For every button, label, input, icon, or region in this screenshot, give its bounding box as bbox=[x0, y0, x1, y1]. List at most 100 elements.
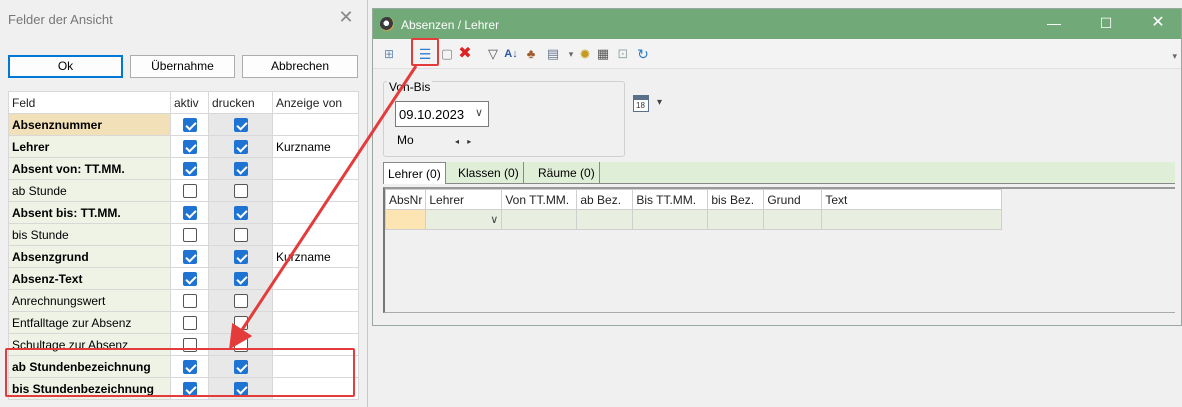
display-cell[interactable] bbox=[272, 201, 359, 224]
grid-column-header[interactable]: Lehrer bbox=[425, 189, 503, 210]
delete-icon[interactable]: ✖ bbox=[457, 46, 473, 62]
drucken-checkbox[interactable] bbox=[233, 381, 248, 396]
table-row[interactable]: Absenzgrund Kurzname bbox=[8, 245, 359, 268]
close-button[interactable]: ✕ bbox=[1143, 13, 1173, 33]
drucken-cell[interactable] bbox=[208, 179, 273, 202]
window-icon[interactable]: ⊡ bbox=[615, 46, 631, 62]
drucken-cell[interactable] bbox=[208, 245, 273, 268]
print-icon[interactable]: ▤ bbox=[545, 46, 561, 62]
aktiv-checkbox[interactable] bbox=[182, 227, 197, 242]
drucken-cell[interactable] bbox=[208, 355, 273, 378]
aktiv-checkbox[interactable] bbox=[182, 271, 197, 286]
maximize-button[interactable]: ☐ bbox=[1091, 13, 1121, 33]
table-row[interactable]: Absenz-Text bbox=[8, 267, 359, 290]
table-row[interactable]: Anrechnungswert bbox=[8, 289, 359, 312]
drucken-checkbox[interactable] bbox=[233, 139, 248, 154]
drucken-checkbox[interactable] bbox=[233, 227, 248, 242]
aktiv-checkbox[interactable] bbox=[182, 337, 197, 352]
filter-icon[interactable]: ▽ bbox=[485, 46, 501, 62]
tab-lehrer[interactable]: Lehrer (0) bbox=[383, 162, 446, 184]
table-row[interactable]: Entfalltage zur Absenz bbox=[8, 311, 359, 334]
display-cell[interactable] bbox=[272, 333, 359, 356]
grid-cell[interactable] bbox=[632, 209, 709, 230]
table-row[interactable]: bis Stunde bbox=[8, 223, 359, 246]
cancel-button[interactable]: Abbrechen bbox=[242, 55, 358, 78]
display-cell[interactable] bbox=[272, 113, 359, 136]
column-header-anzeige[interactable]: Anzeige von bbox=[272, 91, 359, 114]
column-header-aktiv[interactable]: aktiv bbox=[170, 91, 209, 114]
refresh-icon[interactable]: ↻ bbox=[635, 46, 651, 62]
display-cell[interactable] bbox=[272, 223, 359, 246]
aktiv-cell[interactable] bbox=[170, 377, 209, 400]
aktiv-cell[interactable] bbox=[170, 157, 209, 180]
teachers-icon[interactable]: ♣ bbox=[523, 46, 539, 62]
display-cell[interactable] bbox=[272, 289, 359, 312]
table-row[interactable]: Absenznummer bbox=[8, 113, 359, 136]
aktiv-checkbox[interactable] bbox=[182, 117, 197, 132]
aktiv-cell[interactable] bbox=[170, 355, 209, 378]
window-titlebar[interactable]: Absenzen / Lehrer — ☐ ✕ bbox=[373, 9, 1181, 39]
display-cell[interactable]: Kurzname bbox=[272, 135, 359, 158]
calendar-icon[interactable]: ▦ bbox=[595, 46, 611, 62]
table-row[interactable]: Absent von: TT.MM. bbox=[8, 157, 359, 180]
drucken-cell[interactable] bbox=[208, 289, 273, 312]
drucken-checkbox[interactable] bbox=[233, 359, 248, 374]
drucken-checkbox[interactable] bbox=[233, 117, 248, 132]
grid-new-row[interactable]: ∨ bbox=[384, 209, 1003, 230]
aktiv-cell[interactable] bbox=[170, 135, 209, 158]
ok-button[interactable]: Ok bbox=[8, 55, 123, 78]
display-cell[interactable] bbox=[272, 355, 359, 378]
field-list-icon[interactable]: ☰ bbox=[417, 46, 433, 62]
drucken-checkbox[interactable] bbox=[233, 271, 248, 286]
aktiv-cell[interactable] bbox=[170, 289, 209, 312]
grid-column-header[interactable]: Bis TT.MM. bbox=[632, 189, 709, 210]
display-cell[interactable] bbox=[272, 377, 359, 400]
drucken-cell[interactable] bbox=[208, 333, 273, 356]
table-row[interactable]: Lehrer Kurzname bbox=[8, 135, 359, 158]
drucken-cell[interactable] bbox=[208, 223, 273, 246]
display-cell[interactable] bbox=[272, 179, 359, 202]
drucken-checkbox[interactable] bbox=[233, 161, 248, 176]
aktiv-cell[interactable] bbox=[170, 113, 209, 136]
drucken-cell[interactable] bbox=[208, 267, 273, 290]
chevron-down-icon[interactable]: ∨ bbox=[475, 106, 483, 119]
new-icon[interactable]: ▢ bbox=[439, 46, 455, 62]
grid-cell[interactable] bbox=[501, 209, 578, 230]
aktiv-cell[interactable] bbox=[170, 201, 209, 224]
date-picker[interactable]: 09.10.2023 ∨ bbox=[395, 101, 489, 127]
drucken-cell[interactable] bbox=[208, 311, 273, 334]
drucken-checkbox[interactable] bbox=[233, 249, 248, 264]
absences-grid[interactable]: AbsNr Lehrer Von TT.MM. ab Bez. Bis TT.MM. bi… bbox=[383, 187, 1175, 313]
grid-column-header[interactable]: Von TT.MM. bbox=[501, 189, 578, 210]
aktiv-checkbox[interactable] bbox=[182, 183, 197, 198]
grid-column-header[interactable]: Grund bbox=[763, 189, 823, 210]
drucken-checkbox[interactable] bbox=[233, 293, 248, 308]
aktiv-checkbox[interactable] bbox=[182, 381, 197, 396]
grid-column-header[interactable]: AbsNr bbox=[384, 189, 427, 210]
drucken-cell[interactable] bbox=[208, 157, 273, 180]
table-row[interactable]: Absent bis: TT.MM. bbox=[8, 201, 359, 224]
grid-cell[interactable] bbox=[576, 209, 634, 230]
drucken-checkbox[interactable] bbox=[233, 205, 248, 220]
display-cell[interactable] bbox=[272, 157, 359, 180]
aktiv-cell[interactable] bbox=[170, 267, 209, 290]
aktiv-cell[interactable] bbox=[170, 333, 209, 356]
grid-cell[interactable] bbox=[821, 209, 1003, 230]
aktiv-checkbox[interactable] bbox=[182, 315, 197, 330]
drucken-cell[interactable] bbox=[208, 201, 273, 224]
column-header-drucken[interactable]: drucken bbox=[208, 91, 273, 114]
table-row[interactable]: ab Stundenbezeichnung bbox=[8, 355, 359, 378]
grid-cell[interactable] bbox=[384, 209, 427, 230]
table-row[interactable]: bis Stundenbezeichnung bbox=[8, 377, 359, 400]
toolbar-overflow-icon[interactable]: ▾ bbox=[1172, 51, 1177, 62]
aktiv-checkbox[interactable] bbox=[182, 249, 197, 264]
grid-cell[interactable] bbox=[707, 209, 765, 230]
close-icon[interactable]: ✕ bbox=[335, 6, 357, 28]
display-cell[interactable] bbox=[272, 311, 359, 334]
aktiv-checkbox[interactable] bbox=[182, 139, 197, 154]
aktiv-cell[interactable] bbox=[170, 245, 209, 268]
aktiv-cell[interactable] bbox=[170, 179, 209, 202]
aktiv-checkbox[interactable] bbox=[182, 359, 197, 374]
aktiv-checkbox[interactable] bbox=[182, 161, 197, 176]
grid-cell[interactable] bbox=[763, 209, 823, 230]
